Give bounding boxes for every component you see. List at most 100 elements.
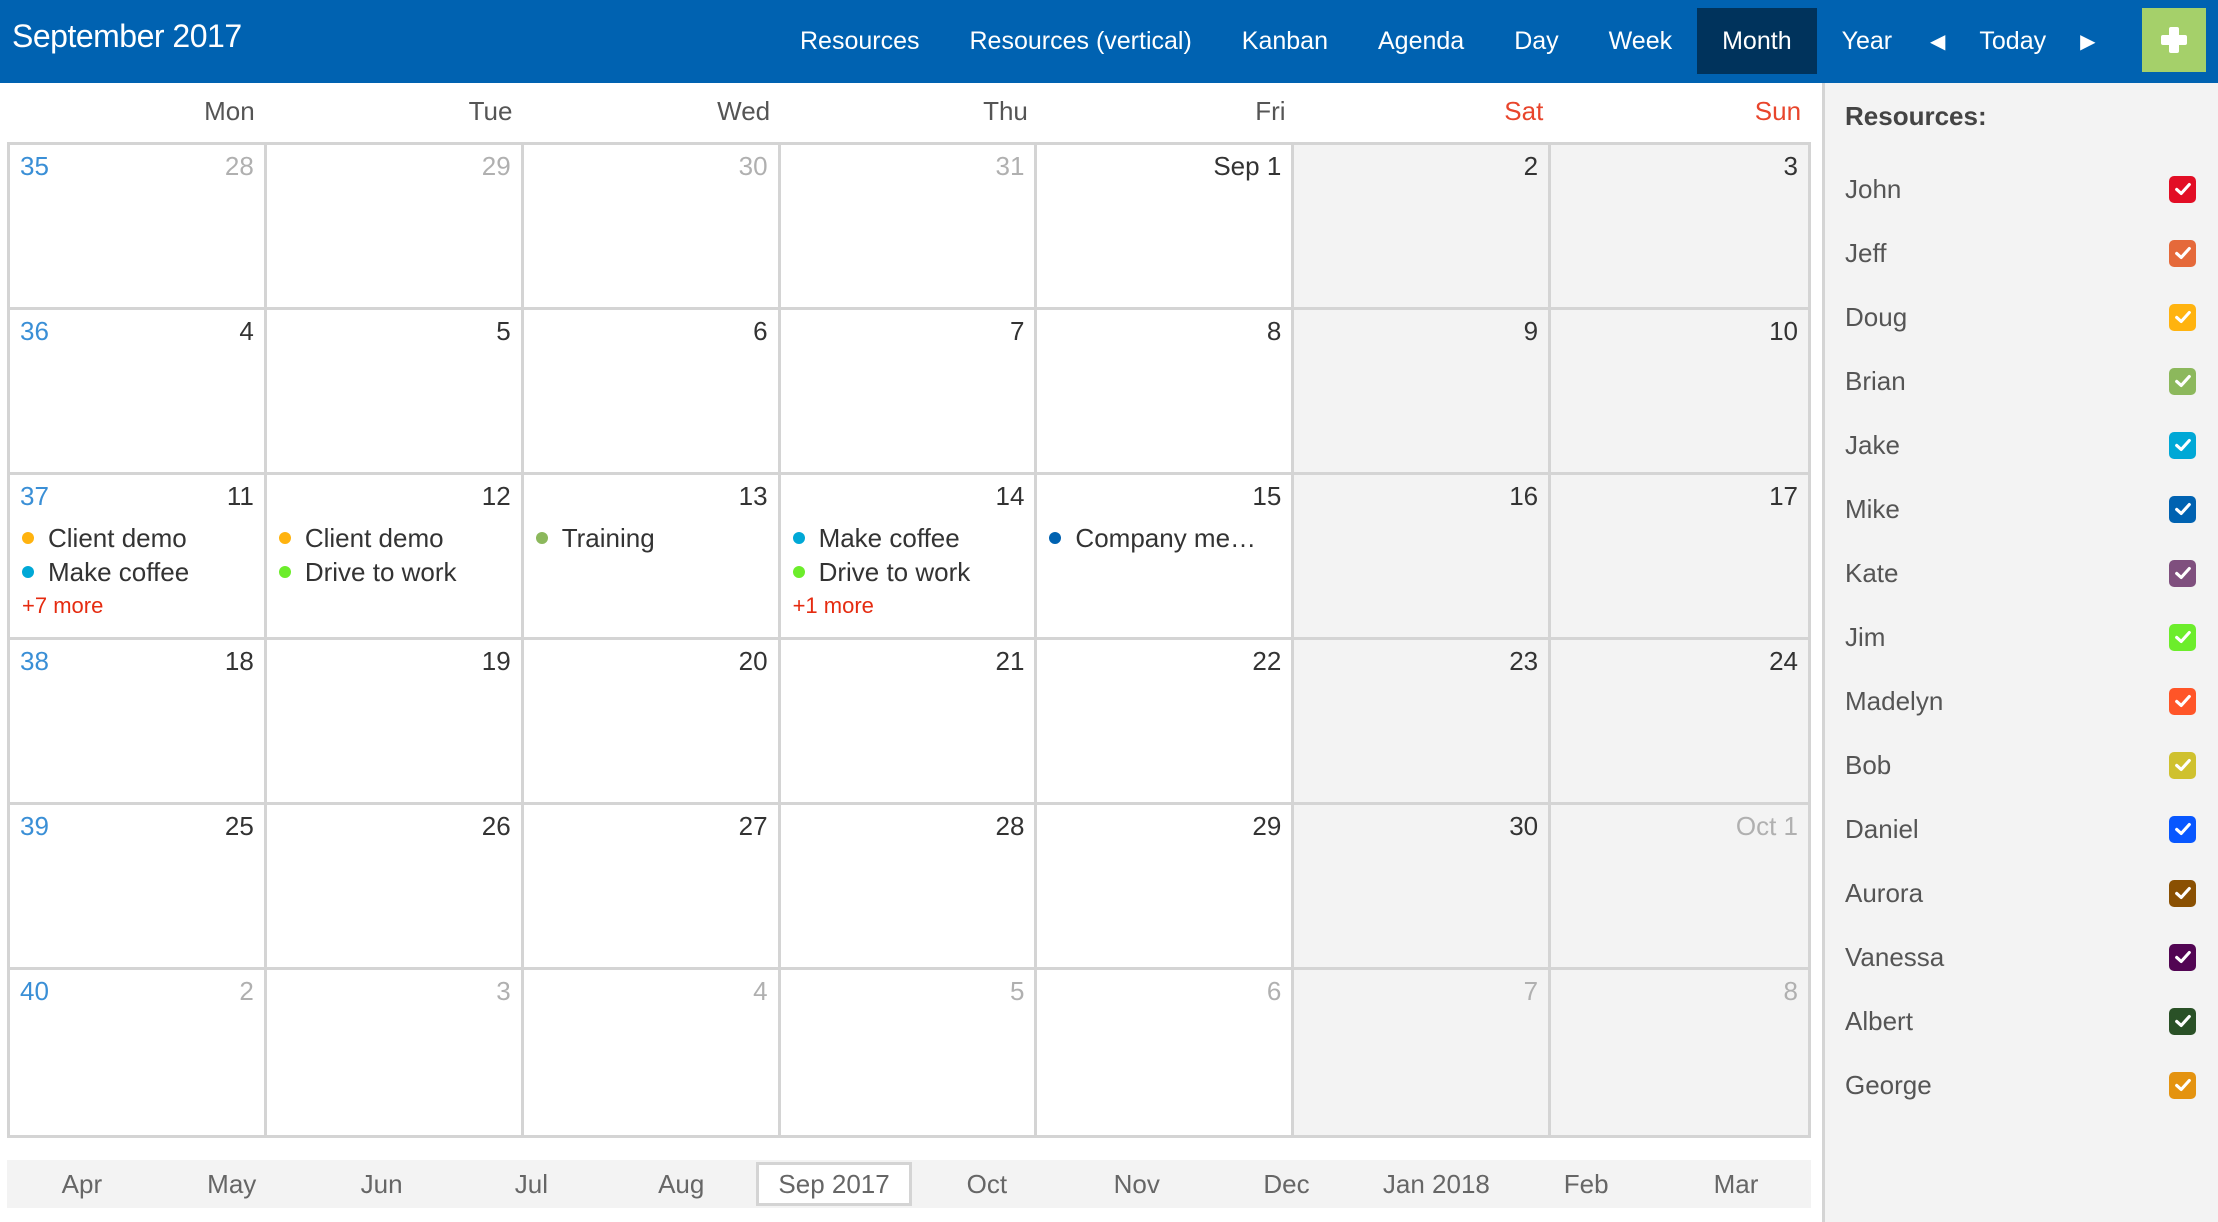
day-cell[interactable]: 21 <box>780 640 1038 805</box>
resource-checkbox[interactable] <box>2169 495 2196 523</box>
resource-item-mike[interactable]: Mike <box>1845 477 2196 541</box>
day-cell[interactable]: 7 <box>1294 970 1552 1135</box>
resource-item-doug[interactable]: Doug <box>1845 285 2196 349</box>
today-button[interactable]: Today <box>1955 27 2070 56</box>
day-cell[interactable]: 6 <box>523 310 781 475</box>
resource-item-brian[interactable]: Brian <box>1845 349 2196 413</box>
resource-item-jake[interactable]: Jake <box>1845 413 2196 477</box>
resource-checkbox[interactable] <box>2169 367 2196 395</box>
day-cell[interactable]: 39 25 <box>10 805 267 970</box>
resource-checkbox[interactable] <box>2169 687 2196 715</box>
resource-checkbox[interactable] <box>2169 1071 2196 1099</box>
resource-checkbox[interactable] <box>2169 239 2196 267</box>
month-strip-item[interactable]: Jan 2018 <box>1361 1160 1511 1208</box>
day-cell[interactable]: 10 <box>1551 310 1808 475</box>
week-number[interactable]: 35 <box>20 151 49 182</box>
month-strip-item[interactable]: Feb <box>1511 1160 1661 1208</box>
event-item[interactable]: Drive to work <box>792 555 1025 589</box>
day-cell[interactable]: 3 <box>1551 145 1808 310</box>
event-item[interactable]: Training <box>535 521 768 555</box>
event-item[interactable]: Company me… <box>1049 521 1281 555</box>
month-strip-item[interactable]: Dec <box>1212 1160 1362 1208</box>
week-number[interactable]: 37 <box>20 481 49 512</box>
tab-year[interactable]: Year <box>1817 8 1918 74</box>
resource-item-madelyn[interactable]: Madelyn <box>1845 669 2196 733</box>
week-number[interactable]: 38 <box>20 646 49 677</box>
tab-week[interactable]: Week <box>1584 8 1697 74</box>
day-cell[interactable]: 31 <box>780 145 1038 310</box>
day-cell[interactable]: 35 28 <box>10 145 267 310</box>
event-item[interactable]: Client demo <box>22 521 254 555</box>
week-number[interactable]: 39 <box>20 811 49 842</box>
day-cell[interactable]: 24 <box>1551 640 1808 805</box>
resource-item-john[interactable]: John <box>1845 157 2196 221</box>
day-cell[interactable]: 2 <box>1294 145 1552 310</box>
day-cell[interactable]: 22 <box>1037 640 1295 805</box>
month-strip-item[interactable]: Mar <box>1661 1160 1811 1208</box>
day-cell[interactable]: 20 <box>523 640 781 805</box>
tab-resources-vertical[interactable]: Resources (vertical) <box>945 8 1217 74</box>
day-cell[interactable]: 17 <box>1551 475 1808 640</box>
resource-item-jim[interactable]: Jim <box>1845 605 2196 669</box>
day-cell[interactable]: 5 <box>780 970 1038 1135</box>
resource-item-george[interactable]: George <box>1845 1053 2196 1117</box>
event-item[interactable]: Make coffee <box>22 555 254 589</box>
resource-checkbox[interactable] <box>2169 559 2196 587</box>
month-strip-item[interactable]: Apr <box>7 1160 157 1208</box>
resource-item-albert[interactable]: Albert <box>1845 989 2196 1053</box>
day-cell[interactable]: 19 <box>266 640 524 805</box>
day-cell[interactable]: 26 <box>266 805 524 970</box>
month-strip-item[interactable]: Nov <box>1062 1160 1212 1208</box>
tab-kanban[interactable]: Kanban <box>1217 8 1353 74</box>
resource-item-kate[interactable]: Kate <box>1845 541 2196 605</box>
month-strip-item[interactable]: Jul <box>456 1160 606 1208</box>
week-number[interactable]: 36 <box>20 316 49 347</box>
month-strip-item[interactable]: Jun <box>307 1160 457 1208</box>
resource-item-vanessa[interactable]: Vanessa <box>1845 925 2196 989</box>
resource-item-jeff[interactable]: Jeff <box>1845 221 2196 285</box>
day-cell[interactable]: 8 <box>1037 310 1295 475</box>
day-cell[interactable]: 3 <box>266 970 524 1135</box>
day-cell[interactable]: 38 18 <box>10 640 267 805</box>
day-cell[interactable]: 9 <box>1294 310 1552 475</box>
tab-month[interactable]: Month <box>1697 8 1817 74</box>
resource-item-aurora[interactable]: Aurora <box>1845 861 2196 925</box>
resource-item-bob[interactable]: Bob <box>1845 733 2196 797</box>
day-cell[interactable]: 6 <box>1037 970 1295 1135</box>
more-events-link[interactable]: +1 more <box>793 593 874 619</box>
day-cell[interactable]: 15 Company me… <box>1037 475 1295 640</box>
day-cell[interactable]: 12 Client demo Drive to work <box>266 475 524 640</box>
more-events-link[interactable]: +7 more <box>22 593 103 619</box>
day-cell[interactable]: 30 <box>523 145 781 310</box>
day-cell[interactable]: 8 <box>1551 970 1808 1135</box>
tab-agenda[interactable]: Agenda <box>1353 8 1489 74</box>
day-cell[interactable]: 40 2 <box>10 970 267 1135</box>
caret-right-icon[interactable]: ▶ <box>2070 29 2105 54</box>
resource-checkbox[interactable] <box>2169 943 2196 971</box>
month-strip-item[interactable]: May <box>157 1160 307 1208</box>
event-item[interactable]: Make coffee <box>792 521 1025 555</box>
day-cell[interactable]: 29 <box>266 145 524 310</box>
day-cell[interactable]: 30 <box>1294 805 1552 970</box>
event-item[interactable]: Drive to work <box>278 555 511 589</box>
resource-checkbox[interactable] <box>2169 815 2196 843</box>
day-cell[interactable]: 5 <box>266 310 524 475</box>
resource-checkbox[interactable] <box>2169 751 2196 779</box>
resource-checkbox[interactable] <box>2169 1007 2196 1035</box>
resource-item-daniel[interactable]: Daniel <box>1845 797 2196 861</box>
day-cell[interactable]: 4 <box>523 970 781 1135</box>
day-cell[interactable]: 13 Training <box>523 475 781 640</box>
day-cell[interactable]: 16 <box>1294 475 1552 640</box>
resource-checkbox[interactable] <box>2169 431 2196 459</box>
resource-checkbox[interactable] <box>2169 623 2196 651</box>
month-strip-item[interactable]: Sep 2017 <box>756 1162 912 1206</box>
resource-checkbox[interactable] <box>2169 175 2196 203</box>
event-item[interactable]: Client demo <box>278 521 511 555</box>
resource-checkbox[interactable] <box>2169 879 2196 907</box>
day-cell[interactable]: Sep 1 <box>1037 145 1295 310</box>
day-cell[interactable]: 27 <box>523 805 781 970</box>
day-cell[interactable]: 37 11 Client demo Make coffee +7 more <box>10 475 267 640</box>
day-cell[interactable]: 36 4 <box>10 310 267 475</box>
day-cell[interactable]: 23 <box>1294 640 1552 805</box>
add-event-button[interactable] <box>2142 8 2206 72</box>
